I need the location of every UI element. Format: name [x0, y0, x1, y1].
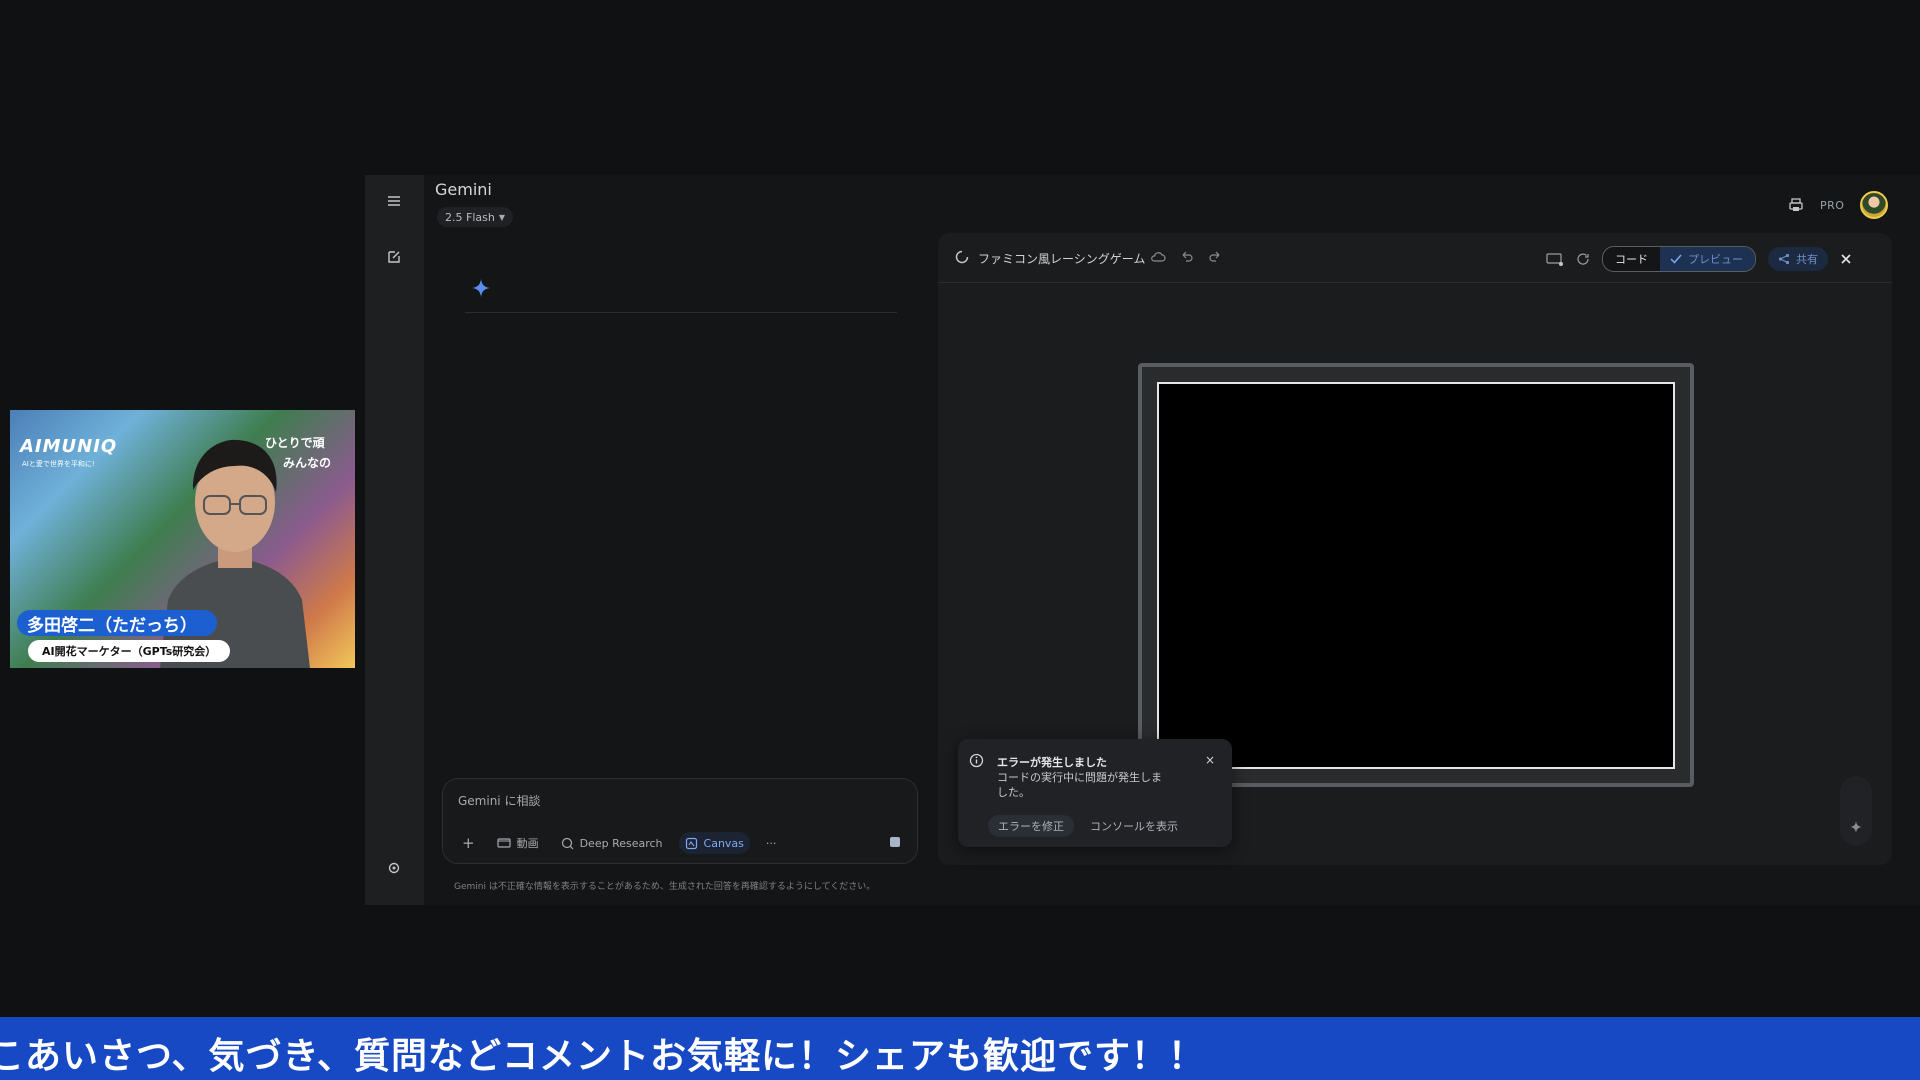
composer-toolbar: + 動画 Deep Research Canvas ···	[456, 832, 782, 854]
cloud-icon[interactable]	[1150, 251, 1166, 263]
model-selector[interactable]: 2.5 Flash ▼	[437, 207, 513, 227]
disclaimer-text: Gemini は不正確な情報を表示することがあるため、生成された回答を再確認する…	[454, 882, 876, 892]
printer-icon[interactable]	[1788, 197, 1804, 213]
prompt-input[interactable]: Gemini に相談	[458, 792, 540, 809]
presenter-name-badge: 多田啓二（ただっち）	[17, 610, 217, 636]
video-icon	[496, 838, 511, 848]
more-icon: ···	[765, 836, 777, 850]
info-icon	[969, 753, 984, 768]
app-title: Gemini	[435, 180, 492, 199]
preview-tab[interactable]: プレビュー	[1660, 247, 1755, 271]
deep-research-icon	[561, 837, 574, 849]
redo-icon[interactable]	[1208, 250, 1222, 264]
share-label: 共有	[1796, 253, 1818, 266]
error-message: コードの実行中に問題が発生しました。	[997, 771, 1162, 799]
tagline-line-2: みんなの	[283, 456, 332, 470]
canvas-title: ファミコン風レーシングゲーム	[978, 252, 1146, 266]
show-console-button[interactable]: コンソールを表示	[1090, 815, 1178, 837]
more-tools-button[interactable]: ···	[760, 832, 783, 854]
gemini-spark-icon	[471, 278, 491, 298]
menu-icon[interactable]	[378, 185, 410, 217]
loading-spinner-icon	[955, 250, 969, 264]
canvas-view-controls: コード プレビュー 共有	[1546, 246, 1852, 272]
refresh-icon[interactable]	[1576, 252, 1590, 266]
canvas-tool-label: Canvas	[703, 836, 744, 850]
code-tab[interactable]: コード	[1603, 247, 1660, 271]
screen-capture-icon[interactable]	[1546, 252, 1564, 266]
stop-button[interactable]	[888, 835, 902, 849]
tagline-line-1: ひとりで頑	[265, 436, 325, 450]
close-toast-icon[interactable]: ×	[1205, 753, 1215, 767]
settings-icon[interactable]	[378, 852, 410, 884]
ticker-text: こあいさつ、気づき、質問などコメントお気軽に！シェアも歓迎です！！	[0, 1036, 1206, 1077]
chevron-down-icon: ▼	[498, 212, 505, 222]
avatar[interactable]	[1860, 191, 1889, 219]
check-icon	[1670, 254, 1682, 264]
brand-subtitle: AIと愛で世界を平和に!	[22, 460, 95, 468]
share-icon	[1778, 253, 1790, 265]
share-button[interactable]: 共有	[1768, 247, 1828, 271]
canvas-tool-button[interactable]: Canvas	[678, 832, 750, 854]
add-button[interactable]: +	[456, 832, 481, 854]
undo-icon[interactable]	[1180, 250, 1194, 264]
plus-icon: +	[462, 834, 475, 852]
fix-error-button[interactable]: エラーを修正	[988, 815, 1074, 837]
brand-logo-text: AIMUNIQ	[20, 436, 118, 457]
game-canvas[interactable]	[1157, 382, 1675, 769]
presenter-role-badge: AI開花マーケター（GPTs研究会）	[28, 640, 231, 662]
error-title: エラーが発生しました	[997, 756, 1107, 769]
preview-tab-label: プレビュー	[1688, 253, 1743, 266]
deep-research-label: Deep Research	[579, 836, 663, 850]
pro-badge: PRO	[1820, 198, 1845, 212]
canvas-history-controls	[1150, 250, 1222, 264]
chat-divider	[465, 312, 897, 313]
side-action-button[interactable]	[1840, 776, 1872, 846]
canvas-icon	[685, 837, 697, 849]
top-right-controls: PRO	[1788, 191, 1889, 219]
video-tool-label: 動画	[516, 837, 539, 850]
stop-icon	[890, 837, 900, 847]
code-preview-toggle: コード プレビュー	[1602, 246, 1756, 272]
model-label: 2.5 Flash	[445, 210, 495, 224]
new-chat-icon[interactable]	[378, 241, 410, 273]
close-canvas-icon[interactable]	[1840, 253, 1852, 265]
brand-tagline: ひとりで頑 みんなの	[265, 433, 355, 473]
side-rail	[365, 175, 424, 905]
deep-research-button[interactable]: Deep Research	[555, 832, 669, 854]
video-tool-button[interactable]: 動画	[491, 832, 545, 854]
